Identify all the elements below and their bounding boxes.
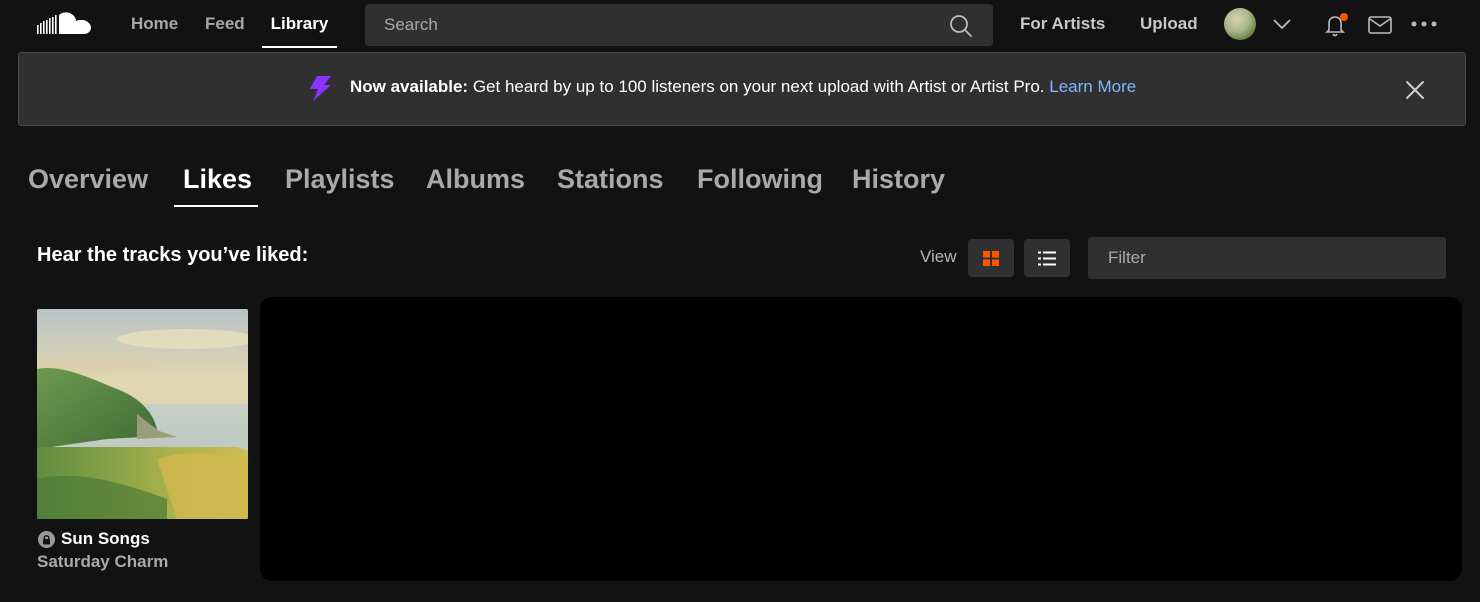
tab-playlists[interactable]: Playlists bbox=[285, 158, 395, 206]
active-tab-underline bbox=[174, 205, 258, 207]
tab-albums[interactable]: Albums bbox=[426, 158, 525, 206]
filter-field[interactable]: Filter bbox=[1088, 237, 1446, 279]
banner-message: Now available: Get heard by up to 100 li… bbox=[350, 53, 1136, 121]
avatar[interactable] bbox=[1224, 8, 1256, 40]
search-input[interactable]: Search bbox=[384, 4, 438, 46]
artwork-image bbox=[37, 309, 248, 519]
upload-link[interactable]: Upload bbox=[1140, 0, 1198, 48]
learn-more-link[interactable]: Learn More bbox=[1049, 77, 1136, 96]
grid-icon bbox=[983, 251, 999, 266]
tab-overview[interactable]: Overview bbox=[28, 158, 148, 206]
track-artist[interactable]: Saturday Charm bbox=[37, 552, 168, 572]
lock-icon bbox=[38, 531, 55, 548]
banner-body-text: Get heard by up to 100 listeners on your… bbox=[468, 77, 1050, 96]
section-title: Hear the tracks you’ve liked: bbox=[37, 244, 309, 266]
bell-icon[interactable] bbox=[1323, 12, 1349, 38]
search-bar[interactable]: Search bbox=[365, 4, 993, 46]
mail-icon[interactable] bbox=[1368, 15, 1392, 35]
more-icon[interactable] bbox=[1411, 20, 1437, 28]
banner-bold-text: Now available: bbox=[350, 77, 469, 96]
grid-view-button[interactable] bbox=[968, 239, 1014, 277]
tab-stations[interactable]: Stations bbox=[557, 158, 664, 206]
content-panel bbox=[260, 297, 1462, 581]
announcement-banner: Now available: Get heard by up to 100 li… bbox=[18, 52, 1466, 126]
view-label: View bbox=[920, 247, 957, 266]
for-artists-link[interactable]: For Artists bbox=[1020, 0, 1105, 48]
nav-feed[interactable]: Feed bbox=[205, 0, 245, 48]
close-icon[interactable] bbox=[1403, 78, 1427, 102]
soundcloud-logo[interactable] bbox=[36, 11, 96, 39]
track-artwork[interactable] bbox=[37, 309, 248, 519]
tab-likes[interactable]: Likes bbox=[183, 158, 252, 206]
lightning-icon bbox=[310, 76, 331, 101]
top-nav: Home Feed Library Search For Artists Upl… bbox=[0, 0, 1480, 48]
track-title[interactable]: Sun Songs bbox=[61, 529, 150, 549]
search-icon[interactable] bbox=[949, 14, 973, 38]
filter-input[interactable]: Filter bbox=[1108, 237, 1146, 279]
list-icon bbox=[1038, 251, 1056, 266]
tab-following[interactable]: Following bbox=[697, 158, 823, 206]
tab-history[interactable]: History bbox=[852, 158, 945, 206]
list-view-button[interactable] bbox=[1024, 239, 1070, 277]
chevron-down-icon[interactable] bbox=[1272, 17, 1292, 31]
nav-library[interactable]: Library bbox=[262, 0, 337, 48]
nav-home[interactable]: Home bbox=[131, 0, 178, 48]
